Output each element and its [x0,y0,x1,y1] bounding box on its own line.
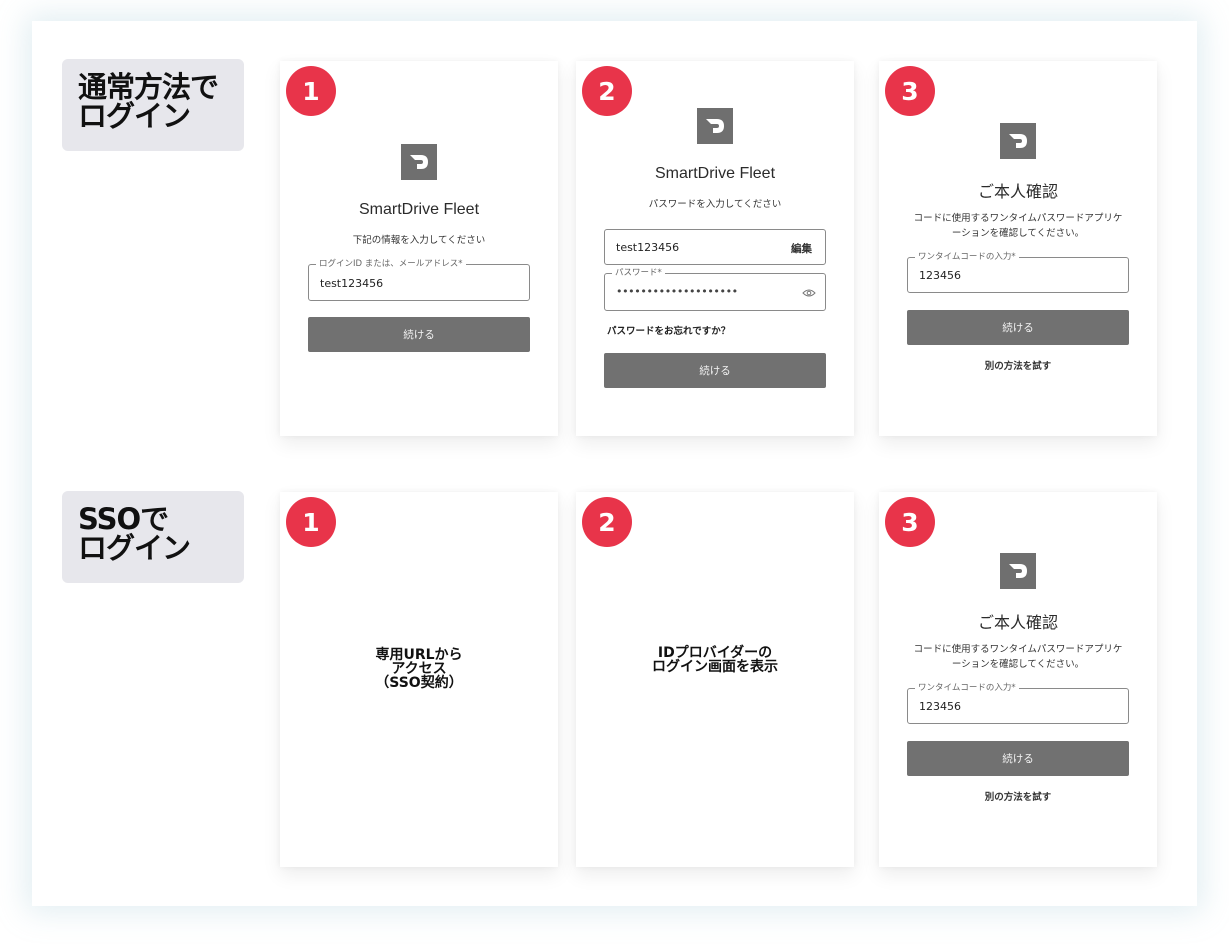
step-badge: 2 [582,497,632,547]
step-badge: 1 [286,497,336,547]
sso-step-description: 専用URLから アクセス （SSO契約） [280,648,558,690]
sso-card-1: 1 専用URLから アクセス （SSO契約） [280,492,558,867]
field-label: ワンタイムコードの入力* [915,251,1019,263]
normal-login-card-3: 3 ご本人確認 コードに使用するワンタイムパスワードアプリケ ーションを確認して… [879,61,1157,436]
app-title: SmartDrive Fleet [358,201,480,218]
field-value: test123456 [320,277,384,290]
verify-title: ご本人確認 [977,615,1058,632]
verify-title: ご本人確認 [977,184,1058,201]
description-line2: ログイン画面を表示 [652,659,778,675]
app-title: SmartDrive Fleet [654,165,776,182]
section-label-normal: 通常方法で ログイン [62,59,244,151]
field-value: 123456 [919,269,961,282]
instruction-text: 下記の情報を入力してください [352,235,486,246]
instruction-line1: コードに使用するワンタイムパスワードアプリケ [913,213,1123,224]
try-another-method-link[interactable]: 別の方法を試す [879,790,1157,805]
instruction-text: パスワードを入力してください [648,199,782,210]
continue-button[interactable]: 続ける [907,310,1129,345]
field-label: ログインID または、メールアドレス* [316,258,466,270]
field-value: 123456 [919,700,961,713]
normal-login-card-2: 2 SmartDrive Fleet パスワードを入力してください test12… [576,61,854,436]
sso-card-3: 3 ご本人確認 コードに使用するワンタイムパスワードアプリケ ーションを確認して… [879,492,1157,867]
edit-link[interactable]: 編集 [791,241,812,256]
continue-button[interactable]: 続ける [604,353,826,388]
field-label: パスワード* [612,267,665,279]
normal-login-card-1: 1 SmartDrive Fleet 下記の情報を入力してください ログインID… [280,61,558,436]
smartdrive-logo-icon [697,108,733,144]
login-id-field[interactable]: ログインID または、メールアドレス* test123456 [308,258,530,301]
section-label-line1: SSOで [78,502,169,536]
try-another-method-link[interactable]: 別の方法を試す [879,359,1157,374]
forgot-password-link[interactable]: パスワードをお忘れですか？ [607,323,730,337]
password-value: •••••••••••••••••••• [616,285,738,298]
smartdrive-logo-icon [401,144,437,180]
field-label: ワンタイムコードの入力* [915,682,1019,694]
sso-card-2: 2 IDプロバイダーの ログイン画面を表示 [576,492,854,867]
instruction-line1: コードに使用するワンタイムパスワードアプリケ [913,644,1123,655]
description-line2: アクセス [391,661,447,677]
continue-button[interactable]: 続ける [308,317,530,352]
login-id-display: test123456 編集 [604,229,826,265]
smartdrive-logo-icon [1000,553,1036,589]
eye-icon[interactable] [802,288,816,298]
step-badge: 2 [582,66,632,116]
description-line3: （SSO契約） [375,675,463,691]
instruction-line2: ーションを確認してください。 [951,659,1085,670]
id-value: test123456 [616,241,680,254]
password-field[interactable]: パスワード* •••••••••••••••••••• [604,267,826,311]
description-line1: IDプロバイダーの [657,645,773,661]
instruction-line2: ーションを確認してください。 [951,228,1085,239]
sso-step-description: IDプロバイダーの ログイン画面を表示 [576,646,854,674]
smartdrive-logo-icon [1000,123,1036,159]
section-label-sso: SSOで ログイン [62,491,244,583]
step-badge: 3 [885,497,935,547]
continue-button[interactable]: 続ける [907,741,1129,776]
otp-field[interactable]: ワンタイムコードの入力* 123456 [907,251,1129,293]
step-badge: 1 [286,66,336,116]
step-badge: 3 [885,66,935,116]
otp-field[interactable]: ワンタイムコードの入力* 123456 [907,682,1129,724]
section-label-line2: ログイン [78,531,191,565]
section-label-line2: ログイン [78,99,191,133]
description-line1: 専用URLから [375,647,463,663]
section-label-line1: 通常方法で [78,70,219,104]
